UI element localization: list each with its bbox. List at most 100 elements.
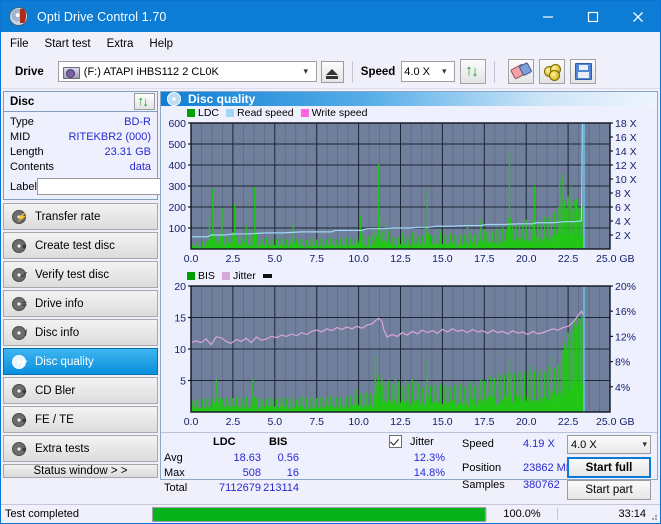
stats-total-bis: 213114 <box>263 482 299 494</box>
stats-col-ldc: LDC <box>213 436 236 448</box>
disc-row-key: Contents <box>10 161 55 173</box>
close-icon[interactable] <box>615 1 660 32</box>
stats-avg-bis: 0.56 <box>277 452 299 464</box>
left-panel: Disc ↑ ↓ Type BD-R MID RITEKBR2 (000) Le… <box>1 89 239 480</box>
disc-label-key: Label <box>10 180 37 193</box>
chevron-down-icon: ▾ <box>303 66 309 76</box>
tools-button[interactable] <box>539 59 566 84</box>
disc-icon: ● <box>11 383 27 398</box>
svg-text:100: 100 <box>168 223 186 235</box>
menu-start-test[interactable]: Start test <box>45 38 91 50</box>
tools-icon <box>544 64 562 81</box>
svg-text:6 X: 6 X <box>615 202 631 214</box>
resize-grip-icon[interactable] <box>648 511 658 521</box>
stats-panel: LDC BIS Jitter Avg 18.63 0.56 12.3% Max … <box>161 432 657 500</box>
save-button[interactable] <box>570 59 597 84</box>
sidebar-item-disc-quality[interactable]: ★ Disc quality <box>3 348 158 375</box>
divider <box>494 60 496 83</box>
window-title: Opti Drive Control 1.70 <box>37 9 167 24</box>
svg-text:5.0: 5.0 <box>267 253 282 265</box>
sidebar-item-cd-bler[interactable]: ● CD Bler <box>3 377 158 404</box>
svg-text:10 X: 10 X <box>615 174 637 186</box>
panel-header: Disc quality <box>161 92 657 106</box>
drive-select[interactable]: (F:) ATAPI iHBS112 2 CL0K ▾ <box>57 61 317 82</box>
svg-text:4%: 4% <box>615 382 630 394</box>
sidebar-item-fe-te[interactable]: ● FE / TE <box>3 406 158 433</box>
minimize-icon[interactable] <box>525 1 570 32</box>
stats-position-value: 23862 MB <box>523 462 574 474</box>
test-speed-select[interactable]: 4.0 X ▾ <box>567 435 651 454</box>
status-window-button[interactable]: Status window > > <box>3 464 158 478</box>
disc-row-key: Type <box>10 116 34 128</box>
charts-container: LDC Read speed Write speed 100 200 300 400 5… <box>161 106 657 430</box>
sidebar-item-extra-tests[interactable]: ● Extra tests <box>3 435 158 462</box>
disc-row-key: Length <box>10 146 44 158</box>
chart-bis: 5 10 15 20 4% 8% 12% 16% 20% 0.0 2.5 5.0 7.5 10.0 12.5… <box>161 282 657 430</box>
speed-select[interactable]: 4.0 X ▾ <box>401 61 456 82</box>
sidebar-item-drive-info[interactable]: ≡ Drive info <box>3 290 158 317</box>
elapsed-time: 33:14 <box>557 508 660 520</box>
svg-text:400: 400 <box>168 160 186 172</box>
refresh-button[interactable]: ↑ ↓ <box>460 59 487 84</box>
stats-speed-label: Speed <box>462 438 494 450</box>
start-full-button[interactable]: Start full <box>567 457 651 478</box>
stats-total-ldc: 7112679 <box>218 482 261 494</box>
status-bar: Test completed 100.0% 33:14 <box>1 504 660 523</box>
svg-text:12 X: 12 X <box>615 160 637 172</box>
disc-row-length: Length 23.31 GB <box>10 145 151 160</box>
svg-text:17.5: 17.5 <box>474 253 495 265</box>
sidebar-item-label: Disc info <box>35 326 80 339</box>
disc-icon: ✓ <box>11 267 27 282</box>
svg-text:600: 600 <box>168 119 186 130</box>
maximize-icon[interactable] <box>570 1 615 32</box>
menu-file[interactable]: File <box>10 38 29 50</box>
disc-row-type: Type BD-R <box>10 115 151 130</box>
legend-item-jitter: Jitter <box>221 270 256 282</box>
disc-info-rows: Type BD-R MID RITEKBR2 (000) Length 23.3… <box>4 112 239 199</box>
svg-text:12%: 12% <box>615 331 636 343</box>
legend-swatch-extra <box>262 273 272 278</box>
disc-row-value: BD-R <box>124 116 151 128</box>
legend-item-ldc: LDC <box>187 107 219 119</box>
svg-text:10.0: 10.0 <box>348 253 369 265</box>
svg-text:12.5: 12.5 <box>390 416 411 428</box>
chart1-legend: LDC Read speed Write speed <box>161 106 657 119</box>
sidebar-item-verify-test-disc[interactable]: ✓ Verify test disc <box>3 261 158 288</box>
disc-panel-header: Disc ↑ ↓ <box>4 92 157 112</box>
svg-text:14 X: 14 X <box>615 146 637 158</box>
svg-text:20.0: 20.0 <box>516 253 537 265</box>
svg-text:2 X: 2 X <box>615 230 631 242</box>
progress-fill <box>153 507 485 521</box>
jitter-checkbox[interactable] <box>389 435 402 449</box>
disc-row-value: RITEKBR2 (000) <box>68 131 151 143</box>
legend-label: Write speed <box>311 106 368 119</box>
disc-icon: ● <box>11 412 27 427</box>
svg-text:20.0: 20.0 <box>516 416 537 428</box>
disc-refresh-button[interactable]: ↑ ↓ <box>134 93 155 110</box>
stats-col-jitter: Jitter <box>410 436 434 448</box>
start-part-button[interactable]: Start part <box>567 480 651 500</box>
svg-text:300: 300 <box>168 181 186 193</box>
stats-max-jitter: 14.8% <box>413 467 445 479</box>
svg-text:10: 10 <box>174 344 186 356</box>
erase-button[interactable] <box>508 59 535 84</box>
chart-ldc: 100 200 300 400 500 600 2 X 4 X 6 X 8 X 10 X 12 X 14… <box>161 119 657 267</box>
eject-button[interactable] <box>320 60 344 83</box>
main-area: Disc ↑ ↓ Type BD-R MID RITEKBR2 (000) Le… <box>1 89 660 500</box>
status-text: Test completed <box>5 508 79 520</box>
menu-extra[interactable]: Extra <box>107 38 134 50</box>
legend-item-write-speed: Write speed <box>300 106 368 119</box>
sidebar-item-disc-info[interactable]: i Disc info <box>3 319 158 346</box>
sidebar-item-label: Transfer rate <box>35 210 101 223</box>
sidebar-item-transfer-rate[interactable]: ⚡ Transfer rate <box>3 203 158 230</box>
app-window: Opti Drive Control 1.70 File Start test … <box>0 0 661 524</box>
sidebar-item-create-test-disc[interactable]: ● Create test disc <box>3 232 158 259</box>
menu-bar: File Start test Extra Help <box>1 32 660 55</box>
disc-row-contents: Contents data <box>10 160 151 175</box>
progress-percent: 100.0% <box>486 508 557 520</box>
legend-label: BIS <box>198 269 215 282</box>
menu-help[interactable]: Help <box>149 38 173 50</box>
stats-row-label-max: Max <box>164 467 185 479</box>
stats-row-label-avg: Avg <box>164 452 183 464</box>
refresh-icon: ↑ ↓ <box>137 93 150 109</box>
